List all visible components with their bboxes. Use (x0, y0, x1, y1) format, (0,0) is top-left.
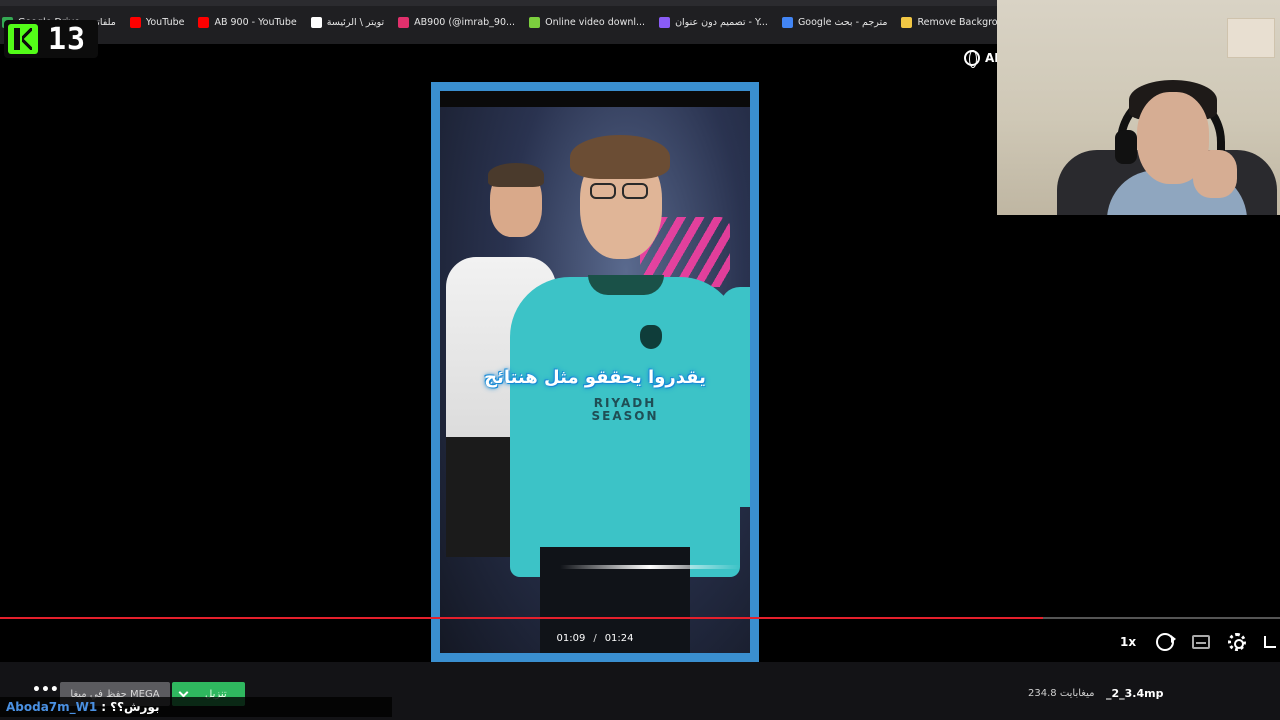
bookmark-label: تصميم دون عنوان - Y... (675, 16, 768, 28)
streamer-hand (1193, 150, 1237, 198)
progress-fill (0, 617, 1044, 619)
jersey-collar (588, 275, 664, 295)
video-subtitle: يقدروا يحققو مثل هنتائج (484, 367, 706, 388)
bookmark-item[interactable]: Google مترجم - بحث (781, 16, 888, 28)
bookmark-item[interactable]: Remove Backgroun... (901, 16, 1000, 28)
bookmark-item[interactable]: تويتر \ الرئيسة (310, 16, 385, 28)
bookmark-favicon-icon (198, 16, 210, 28)
bookmark-label: AB900 (@imrab_90... (414, 16, 516, 28)
video-scene: RIYADH SEASON يقدروا يحققو مثل هنتائج (440, 107, 750, 653)
time-separator: / (593, 633, 597, 644)
bookmark-item[interactable]: Online video downl... (529, 16, 646, 28)
bookmark-favicon-icon (310, 16, 322, 28)
video-content[interactable]: RIYADH SEASON يقدروا يحققو مثل هنتائج (440, 91, 750, 653)
bookmark-item[interactable]: AB 900 - YouTube (198, 16, 297, 28)
expand-icon[interactable] (1264, 636, 1276, 648)
bookmark-label: YouTube (145, 16, 185, 28)
glasses-right (622, 183, 648, 199)
jersey-crest-icon (640, 325, 662, 349)
file-size: 234.8 ميغابايت (1028, 688, 1095, 699)
wall-poster (1227, 18, 1275, 58)
person-main-hair (570, 135, 670, 179)
bookmark-favicon-icon (398, 16, 410, 28)
screen: Google Drive - ملفاتيYouTubeAB 900 - You… (0, 0, 1280, 720)
bookmark-favicon-icon (129, 16, 141, 28)
bookmark-label: Remove Backgroun... (917, 16, 1000, 28)
webcam-overlay (997, 0, 1280, 215)
bookmark-item[interactable]: YouTube (129, 16, 185, 28)
chat-colon: : (101, 700, 107, 714)
bookmark-favicon-icon (659, 16, 671, 28)
kick-logo-icon (8, 24, 38, 54)
globe-icon (964, 50, 980, 68)
chevron-down-icon[interactable] (178, 687, 189, 698)
kick-badge: 13 (4, 20, 98, 58)
person-left-hair (488, 163, 544, 187)
duration: 01:24 (604, 633, 634, 644)
video-frame: RIYADH SEASON يقدروا يحققو مثل هنتائج (431, 82, 759, 662)
badge-number: 13 (48, 21, 87, 57)
speed-button[interactable]: 1x (1120, 635, 1138, 649)
progress-bar[interactable] (0, 617, 1280, 619)
time-display: 01:09 / 01:24 (540, 633, 650, 644)
jersey-sponsor: RIYADH SEASON (591, 396, 659, 423)
floor-light (560, 565, 740, 569)
player-controls: 1x (1120, 628, 1280, 656)
current-time: 01:09 (556, 633, 586, 644)
glasses-left (590, 183, 616, 199)
chat-username: Aboda7m_W1 (6, 700, 98, 714)
person-main-jersey (510, 277, 740, 577)
bookmark-label: Google مترجم - بحث (797, 16, 888, 28)
headset-earcup (1115, 130, 1137, 164)
gear-icon[interactable] (1228, 633, 1246, 651)
bookmarks-bar: Google Drive - ملفاتيYouTubeAB 900 - You… (0, 0, 1000, 44)
bookmark-favicon-icon (529, 16, 541, 28)
file-name: _2_3.4mp (1106, 687, 1164, 700)
bookmark-favicon-icon (781, 16, 793, 28)
chat-message: بورش؟؟ (110, 700, 160, 714)
video-topbar (440, 91, 750, 107)
chat-overlay: Aboda7m_W1 : بورش؟؟ (0, 697, 392, 717)
loop-icon[interactable] (1156, 633, 1176, 651)
captions-icon[interactable] (1192, 635, 1210, 649)
bookmarks-row: Google Drive - ملفاتيYouTubeAB 900 - You… (0, 12, 1000, 32)
bookmark-label: تويتر \ الرئيسة (326, 16, 385, 28)
bookmark-label: AB 900 - YouTube (214, 16, 297, 28)
bookmark-favicon-icon (901, 16, 913, 28)
bookmark-item[interactable]: تصميم دون عنوان - Y... (659, 16, 768, 28)
bookmark-item[interactable]: AB900 (@imrab_90... (398, 16, 516, 28)
tab-strip (0, 0, 1000, 6)
bookmark-label: Online video downl... (545, 16, 646, 28)
